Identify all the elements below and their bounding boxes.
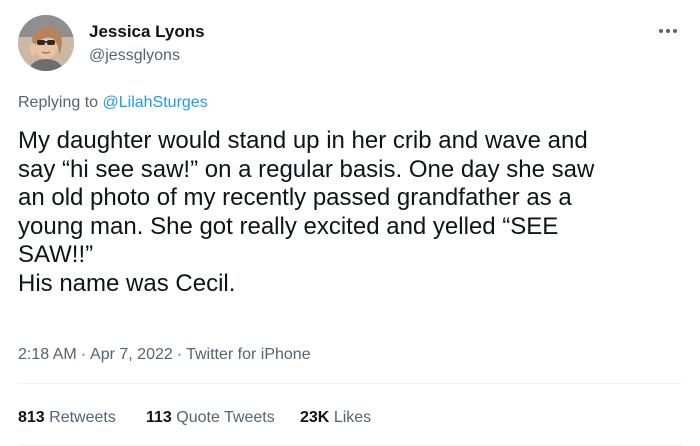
replying-to-label: Replying to — [18, 94, 99, 111]
tweet-text-line: His name was Cecil. — [18, 269, 236, 297]
meta-separator: · — [176, 346, 183, 363]
avatar[interactable] — [18, 15, 74, 71]
meta-separator: · — [80, 346, 87, 363]
retweets-label: Retweets — [49, 409, 116, 426]
tweet-time[interactable]: 2:18 AM — [18, 346, 77, 363]
author-display-name[interactable]: Jessica Lyons — [89, 22, 205, 42]
tweet-text-line: say “hi see saw!” on a regular basis. On… — [18, 155, 595, 183]
replying-to: Replying to @LilahSturges — [18, 93, 208, 113]
tweet-date[interactable]: Apr 7, 2022 — [90, 346, 173, 363]
likes-stat[interactable]: 23K Likes — [300, 408, 371, 428]
mention-link[interactable]: @LilahSturges — [103, 94, 208, 111]
profile-photo-icon — [18, 15, 74, 71]
retweets-count: 813 — [18, 409, 45, 426]
author-handle[interactable]: @jessglyons — [89, 46, 180, 66]
tweet-meta: 2:18 AM · Apr 7, 2022 · Twitter for iPhone — [18, 345, 311, 365]
tweet-text: My daughter would stand up in her crib a… — [18, 127, 688, 298]
tweet-source[interactable]: Twitter for iPhone — [186, 346, 311, 363]
likes-label: Likes — [333, 409, 372, 426]
quote-tweets-label: Quote Tweets — [176, 409, 275, 426]
quote-tweets-stat[interactable]: 113 Quote Tweets — [146, 408, 275, 428]
tweet-text-line: young man. She got really excited and ye… — [18, 212, 559, 240]
tweet-text-line: SAW!!” — [18, 241, 94, 268]
divider — [18, 383, 682, 384]
likes-count: 23K — [300, 409, 330, 426]
tweet-card: Jessica Lyons @jessglyons Replying to @L… — [0, 0, 700, 446]
retweets-stat[interactable]: 813 Retweets — [18, 408, 116, 428]
quote-tweets-count: 113 — [146, 409, 172, 426]
tweet-text-line: My daughter would stand up in her crib a… — [18, 127, 588, 154]
tweet-text-line: an old photo of my recently passed grand… — [18, 184, 572, 211]
more-horizontal-icon[interactable] — [655, 24, 681, 38]
